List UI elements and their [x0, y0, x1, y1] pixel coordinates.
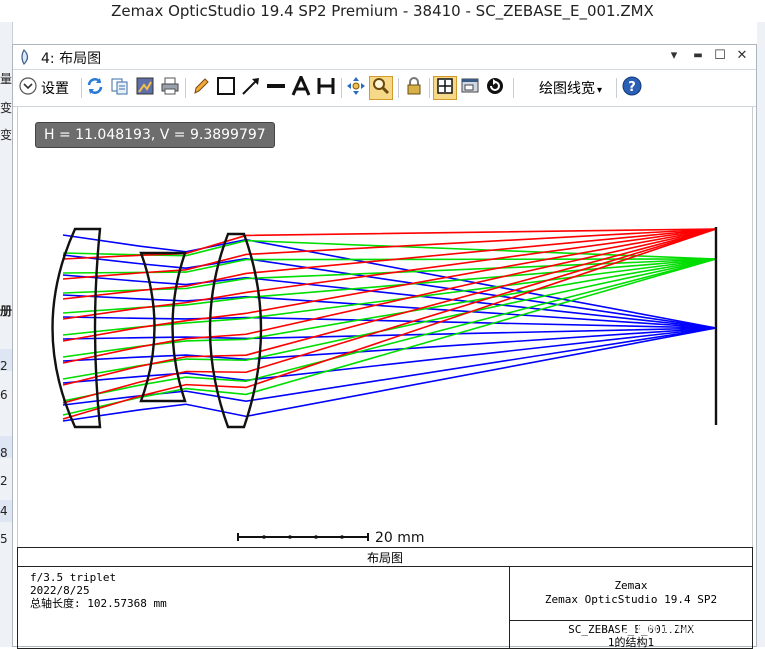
background-panel — [757, 22, 765, 647]
coordinate-readout: H = 11.048193, V = 9.3899797 — [35, 122, 275, 148]
left-strip-row[interactable]: 8 — [0, 446, 12, 460]
left-strip-row[interactable]: 变 — [0, 101, 12, 115]
arrow-button[interactable] — [239, 76, 263, 100]
maximize-button[interactable]: ☐ — [711, 47, 729, 65]
toolbar-separator — [429, 78, 430, 98]
footer-info-line: 2022/8/25 — [30, 584, 90, 597]
svg-text:?: ? — [628, 80, 636, 95]
help-button[interactable]: ? — [620, 76, 644, 100]
print-button[interactable] — [158, 76, 182, 100]
lock-button[interactable] — [402, 76, 426, 100]
left-strip-row[interactable]: 变 — [0, 128, 12, 142]
ray-line — [62, 316, 717, 329]
ray-line — [62, 228, 717, 300]
footer-info-line: 总轴长度: 102.57368 mm — [30, 597, 167, 610]
watermark: CSDN @桃叶冰雪 — [618, 621, 733, 637]
lens-elements — [51, 227, 718, 429]
minimize-button[interactable]: ▬ — [689, 47, 707, 65]
window-dropdown-button[interactable]: ▾ — [665, 47, 683, 65]
app-title: Zemax OpticStudio 19.4 SP2 Premium - 384… — [0, 0, 765, 22]
footer-right-line: Zemax OpticStudio 19.4 SP2 — [544, 593, 718, 606]
refresh-button[interactable] — [83, 76, 107, 100]
print-icon — [160, 76, 180, 100]
text-button[interactable] — [289, 73, 313, 100]
pencil-icon — [191, 76, 211, 100]
export-icon — [135, 76, 155, 100]
arrow-icon — [241, 76, 261, 100]
window-title: 4: 布局图 — [41, 51, 102, 67]
optical-layout-drawing: 20 mm — [51, 227, 718, 546]
zoom-button[interactable] — [369, 76, 393, 100]
window-titlebar[interactable]: 4: 布局图 ▾ ▬ ☐ ✕ — [13, 45, 756, 70]
export-button[interactable] — [133, 76, 157, 100]
window-button[interactable] — [458, 76, 482, 100]
rectangle-icon — [216, 76, 236, 100]
lock-icon — [405, 76, 423, 100]
refresh-icon — [85, 76, 105, 100]
toolbar: 设置 绘图线宽 ▾ ? — [13, 70, 756, 107]
left-strip-row[interactable]: 2 — [0, 474, 12, 488]
rotate-button[interactable] — [483, 76, 507, 100]
left-strip-row[interactable]: 4 — [0, 504, 12, 518]
copy-button[interactable] — [108, 76, 132, 100]
window-icon — [460, 76, 480, 100]
settings-button[interactable]: 设置 — [19, 77, 69, 99]
dimension-icon — [316, 76, 336, 100]
toolbar-separator — [341, 78, 342, 98]
left-strip-row[interactable]: 5 — [0, 532, 12, 546]
pan-icon — [346, 76, 366, 100]
pencil-button[interactable] — [189, 76, 213, 100]
left-strip-row[interactable]: 量 — [0, 72, 12, 86]
scale-bar — [237, 533, 369, 541]
chevron-down-icon: ▾ — [597, 85, 603, 96]
line-button[interactable] — [264, 76, 288, 100]
footer-right-line: Zemax — [614, 579, 648, 592]
left-strip-row[interactable]: 册 — [0, 304, 12, 318]
pan-button[interactable] — [344, 76, 368, 100]
copy-icon — [110, 76, 130, 100]
left-strip-row[interactable]: 2 — [0, 359, 12, 373]
footer-company: Zemax Zemax OpticStudio 19.4 SP2 — [510, 567, 752, 621]
layout-plot[interactable]: 20 mm H = 11.048193, V = 9.3899797 — [17, 107, 753, 547]
zoom-icon — [372, 77, 390, 99]
text-icon — [291, 73, 311, 100]
settings-label: 设置 — [41, 81, 69, 97]
toolbar-separator — [513, 78, 514, 98]
layout-window: 4: 布局图 ▾ ▬ ☐ ✕ 设置 绘图线宽 ▾ ? 20 mm H = 11.… — [12, 44, 757, 649]
lens-icon — [21, 49, 35, 69]
line-icon — [266, 76, 286, 100]
close-button[interactable]: ✕ — [733, 47, 751, 65]
toolbar-separator — [185, 78, 186, 98]
footer-info: f/3.5 triplet 2022/8/25 总轴长度: 102.57368 … — [17, 567, 511, 649]
line-width-dropdown[interactable]: 绘图线宽 ▾ — [539, 78, 602, 98]
ray-line — [62, 239, 717, 260]
toolbar-separator — [81, 78, 82, 98]
dimension-button[interactable] — [314, 76, 338, 100]
toolbar-separator — [616, 78, 617, 98]
rectangle-button[interactable] — [214, 76, 238, 100]
help-icon: ? — [622, 76, 642, 100]
footer-info-line: f/3.5 triplet — [30, 571, 117, 584]
toolbar-separator — [398, 78, 399, 98]
ray-traces — [62, 228, 717, 422]
chevron-down-icon — [19, 77, 37, 99]
footer-title: 布局图 — [17, 547, 753, 567]
rotate-icon — [485, 76, 505, 100]
line-width-label: 绘图线宽 — [539, 81, 595, 97]
scale-label: 20 mm — [375, 530, 425, 546]
fit-icon — [436, 77, 454, 99]
fit-button[interactable] — [433, 76, 457, 100]
lens-element-3 — [208, 232, 263, 429]
left-strip-row[interactable]: 6 — [0, 388, 12, 402]
